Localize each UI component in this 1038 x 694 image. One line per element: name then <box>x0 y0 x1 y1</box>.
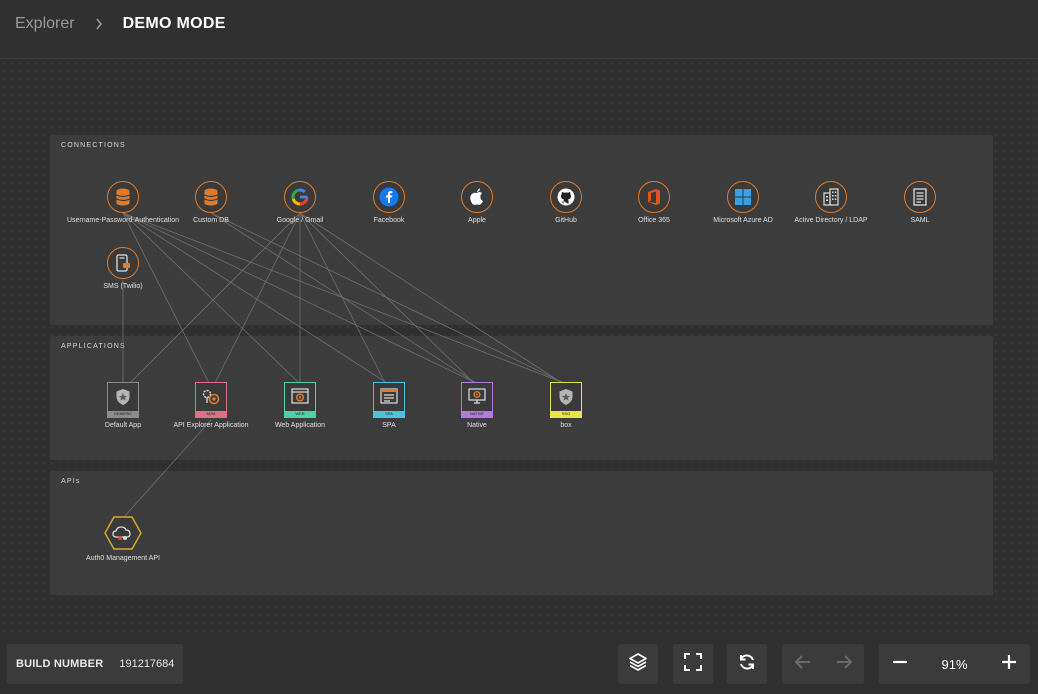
app-type-tag: WEB <box>285 411 315 417</box>
zoom-in-icon[interactable] <box>1000 653 1018 676</box>
gears-icon: M2M <box>195 382 227 418</box>
apis-panel: APIs <box>50 471 993 595</box>
apis-title: APIs <box>61 478 81 485</box>
google-icon <box>284 181 316 213</box>
app-type-tag: SPA <box>374 411 404 417</box>
layers-icon <box>628 652 648 677</box>
app-type-tag: GENERIC <box>108 411 138 417</box>
document-icon <box>904 181 936 213</box>
app-type-tag: M2M <box>196 411 226 417</box>
zoom-controls: 91% <box>879 644 1030 684</box>
breadcrumb-explorer[interactable]: Explorer <box>15 15 75 33</box>
apple-icon <box>461 181 493 213</box>
build-number-label: BUILD NUMBER <box>16 658 104 670</box>
zoom-level: 91% <box>941 656 968 672</box>
shield-icon: SSO <box>550 382 582 418</box>
database-icon <box>107 181 139 213</box>
history-nav-group <box>782 644 864 684</box>
applications-title: APPLICATIONS <box>61 343 126 350</box>
phone-icon <box>107 247 139 279</box>
building-icon <box>815 181 847 213</box>
refresh-icon <box>737 652 757 677</box>
zoom-out-icon[interactable] <box>891 653 909 676</box>
connections-title: CONNECTIONS <box>61 142 126 149</box>
connection-node[interactable]: SAML <box>860 181 980 224</box>
header: Explorer DEMO MODE <box>0 0 1038 48</box>
app-type-tag: NATIVE <box>462 411 492 417</box>
app-type-tag: SSO <box>551 411 581 417</box>
github-icon <box>550 181 582 213</box>
facebook-icon <box>373 181 405 213</box>
native-app-icon: NATIVE <box>461 382 493 418</box>
build-number-box: BUILD NUMBER 191217684 <box>7 644 183 684</box>
arrow-right-icon[interactable] <box>834 652 854 677</box>
connection-label: SAML <box>910 217 930 224</box>
connections-panel: CONNECTIONS <box>50 135 993 325</box>
api-label: Auth0 Management API <box>86 555 160 562</box>
breadcrumb-current: DEMO MODE <box>122 15 226 32</box>
arrow-left-icon[interactable] <box>793 652 813 677</box>
browser-icon: WEB <box>284 382 316 418</box>
office-icon <box>638 181 670 213</box>
connection-label: SMS (Twilio) <box>103 283 143 290</box>
shield-icon: GENERIC <box>107 382 139 418</box>
cloud-api-icon <box>104 515 142 551</box>
connection-node[interactable]: SMS (Twilio) <box>63 247 183 290</box>
fullscreen-button[interactable] <box>673 644 713 684</box>
application-label: box <box>560 422 572 429</box>
application-node[interactable]: SSO box <box>506 382 626 429</box>
build-number-value: 191217684 <box>119 658 175 670</box>
api-node[interactable]: Auth0 Management API <box>63 515 183 562</box>
windows-icon <box>727 181 759 213</box>
spa-icon: SPA <box>373 382 405 418</box>
refresh-button[interactable] <box>727 644 767 684</box>
database-icon <box>195 181 227 213</box>
chevron-right-icon <box>93 18 105 30</box>
fullscreen-icon <box>683 652 703 677</box>
layers-button[interactable] <box>618 644 658 684</box>
